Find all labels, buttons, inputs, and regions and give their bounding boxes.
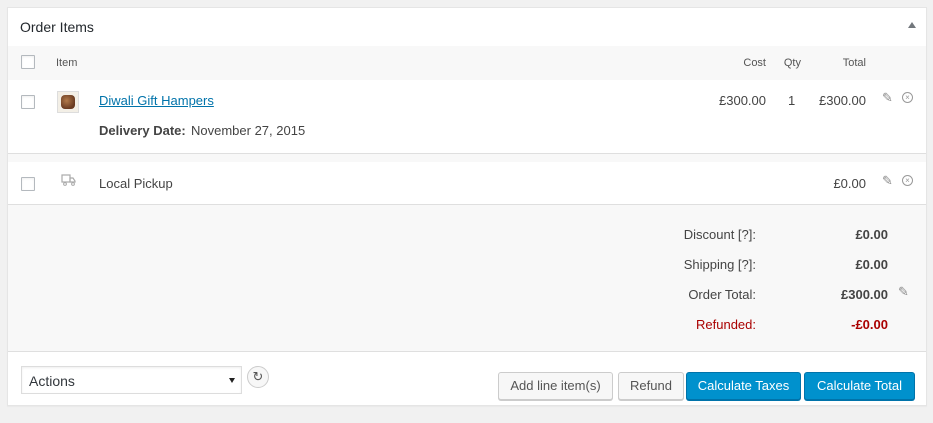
actions-select[interactable]: Actions: [21, 366, 242, 394]
table-header: Item Cost Qty Total: [8, 46, 926, 80]
order-total-label: Order Total:: [688, 287, 756, 302]
triangle-up-icon[interactable]: [908, 22, 916, 28]
pencil-icon[interactable]: ✎: [898, 284, 909, 300]
add-line-items-button[interactable]: Add line item(s): [498, 372, 613, 400]
delivery-date-label: Delivery Date:: [99, 123, 186, 138]
refund-button[interactable]: Refund: [618, 372, 684, 400]
shipping-total-label: Shipping [?]:: [683, 257, 756, 272]
pencil-icon[interactable]: ✎: [882, 173, 893, 189]
reload-icon[interactable]: ↻: [247, 366, 269, 388]
column-total: Total: [842, 57, 866, 69]
circle-x-icon[interactable]: ×: [902, 175, 913, 186]
column-item: Item: [56, 57, 78, 69]
calculate-taxes-button[interactable]: Calculate Taxes: [686, 372, 801, 400]
discount-value: £0.00: [855, 227, 888, 242]
row-separator: [8, 154, 926, 162]
refunded-label: Refunded:: [696, 317, 756, 332]
line-item-cost: £300.00: [719, 93, 766, 108]
select-all-checkbox[interactable]: [21, 55, 35, 69]
order-total-value: £300.00: [841, 287, 888, 302]
product-link[interactable]: Diwali Gift Hampers: [99, 93, 214, 108]
order-items-panel: Order Items Item Cost Qty Total Diwali G…: [7, 7, 927, 406]
line-item-qty: 1: [788, 93, 796, 108]
shipping-total: £0.00: [833, 176, 866, 191]
circle-x-icon[interactable]: ×: [902, 92, 913, 103]
calculate-total-button[interactable]: Calculate Total: [804, 372, 915, 400]
truck-icon: [61, 173, 77, 187]
chevron-down-icon: [229, 378, 235, 383]
shipping-method-name: Local Pickup: [99, 176, 173, 191]
discount-label: Discount [?]:: [683, 227, 756, 242]
shipping-total-value: £0.00: [855, 257, 888, 272]
column-cost: Cost: [743, 57, 766, 69]
panel-title: Order Items: [20, 19, 94, 35]
shipping-row: Local Pickup £0.00 ✎ ×: [8, 162, 926, 205]
panel-header: Order Items: [8, 8, 926, 47]
order-totals: Discount [?]: £0.00 Shipping [?]: £0.00 …: [8, 205, 926, 352]
actions-select-value: Actions: [29, 373, 75, 389]
delivery-date-value: November 27, 2015: [191, 123, 306, 138]
line-item-row: Diwali Gift Hampers £300.00 1 £300.00 ✎ …: [8, 80, 926, 154]
line-item-total: £300.00: [819, 93, 866, 108]
actions-bar: Actions ↻ Add line item(s) Refund Calcul…: [8, 352, 926, 407]
pencil-icon[interactable]: ✎: [882, 90, 893, 106]
column-qty: Qty: [783, 57, 801, 69]
line-item-checkbox[interactable]: [21, 95, 35, 109]
product-thumbnail[interactable]: [57, 91, 79, 113]
refunded-value: -£0.00: [851, 317, 888, 332]
shipping-checkbox[interactable]: [21, 177, 35, 191]
